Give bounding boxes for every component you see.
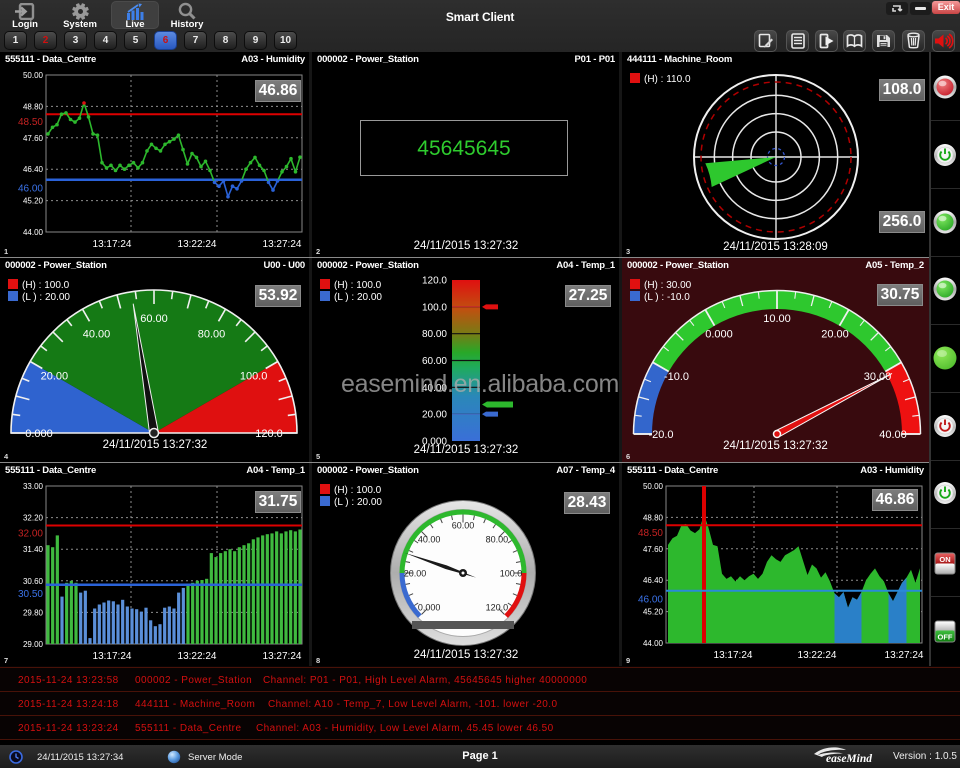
svg-text:13:27:24: 13:27:24 xyxy=(263,239,302,250)
svg-text:120.0: 120.0 xyxy=(486,602,509,612)
svg-text:60.00: 60.00 xyxy=(140,313,168,325)
svg-text:48.50: 48.50 xyxy=(18,117,43,128)
svg-text:50.00: 50.00 xyxy=(23,71,44,80)
svg-text:10.00: 10.00 xyxy=(763,313,791,325)
svg-text:80.00: 80.00 xyxy=(198,328,226,340)
svg-text:48.80: 48.80 xyxy=(643,513,664,522)
svg-text:40.00: 40.00 xyxy=(418,535,441,545)
svg-text:20.00: 20.00 xyxy=(422,410,447,421)
svg-text:32.20: 32.20 xyxy=(23,514,44,523)
svg-text:48.80: 48.80 xyxy=(23,102,44,111)
svg-text:48.50: 48.50 xyxy=(638,528,663,539)
svg-text:45.20: 45.20 xyxy=(643,608,664,617)
svg-text:30.50: 30.50 xyxy=(18,589,43,600)
svg-text:20.00: 20.00 xyxy=(821,329,849,341)
svg-text:13:22:24: 13:22:24 xyxy=(798,650,837,661)
svg-text:13:22:24: 13:22:24 xyxy=(178,651,217,662)
svg-text:0.000: 0.000 xyxy=(418,602,441,612)
svg-text:13:17:24: 13:17:24 xyxy=(93,651,132,662)
svg-text:29.00: 29.00 xyxy=(23,640,44,649)
svg-text:60.00: 60.00 xyxy=(452,521,475,531)
svg-text:13:27:24: 13:27:24 xyxy=(263,651,302,662)
svg-text:100.0: 100.0 xyxy=(500,569,523,579)
svg-text:46.00: 46.00 xyxy=(18,184,43,195)
svg-text:33.00: 33.00 xyxy=(23,482,44,491)
svg-text:32.00: 32.00 xyxy=(18,529,43,540)
svg-text:44.00: 44.00 xyxy=(643,639,664,648)
svg-text:46.40: 46.40 xyxy=(643,576,664,585)
svg-text:47.60: 47.60 xyxy=(643,545,664,554)
svg-text:46.00: 46.00 xyxy=(638,595,663,606)
svg-text:30.60: 30.60 xyxy=(23,577,44,586)
svg-text:OFF: OFF xyxy=(938,633,953,642)
svg-text:ON: ON xyxy=(939,555,950,564)
svg-text:45.20: 45.20 xyxy=(23,197,44,206)
svg-text:44.00: 44.00 xyxy=(23,228,44,237)
svg-text:20.00: 20.00 xyxy=(404,569,427,579)
svg-text:46.40: 46.40 xyxy=(23,165,44,174)
svg-text:50.00: 50.00 xyxy=(643,482,664,491)
svg-text:120.0: 120.0 xyxy=(422,276,447,287)
svg-text:100.0: 100.0 xyxy=(422,302,447,313)
svg-text:80.00: 80.00 xyxy=(486,535,509,545)
svg-text:80.00: 80.00 xyxy=(422,329,447,340)
svg-text:13:17:24: 13:17:24 xyxy=(714,650,753,661)
svg-text:13:17:24: 13:17:24 xyxy=(93,239,132,250)
svg-text:31.40: 31.40 xyxy=(23,545,44,554)
svg-text:47.60: 47.60 xyxy=(23,134,44,143)
svg-text:easeMind: easeMind xyxy=(826,753,872,765)
svg-text:60.00: 60.00 xyxy=(422,356,447,367)
svg-text:13:22:24: 13:22:24 xyxy=(178,239,217,250)
svg-text:13:27:24: 13:27:24 xyxy=(885,650,924,661)
svg-text:29.80: 29.80 xyxy=(23,608,44,617)
svg-text:40.00: 40.00 xyxy=(83,328,111,340)
svg-text:0.000: 0.000 xyxy=(705,329,733,341)
